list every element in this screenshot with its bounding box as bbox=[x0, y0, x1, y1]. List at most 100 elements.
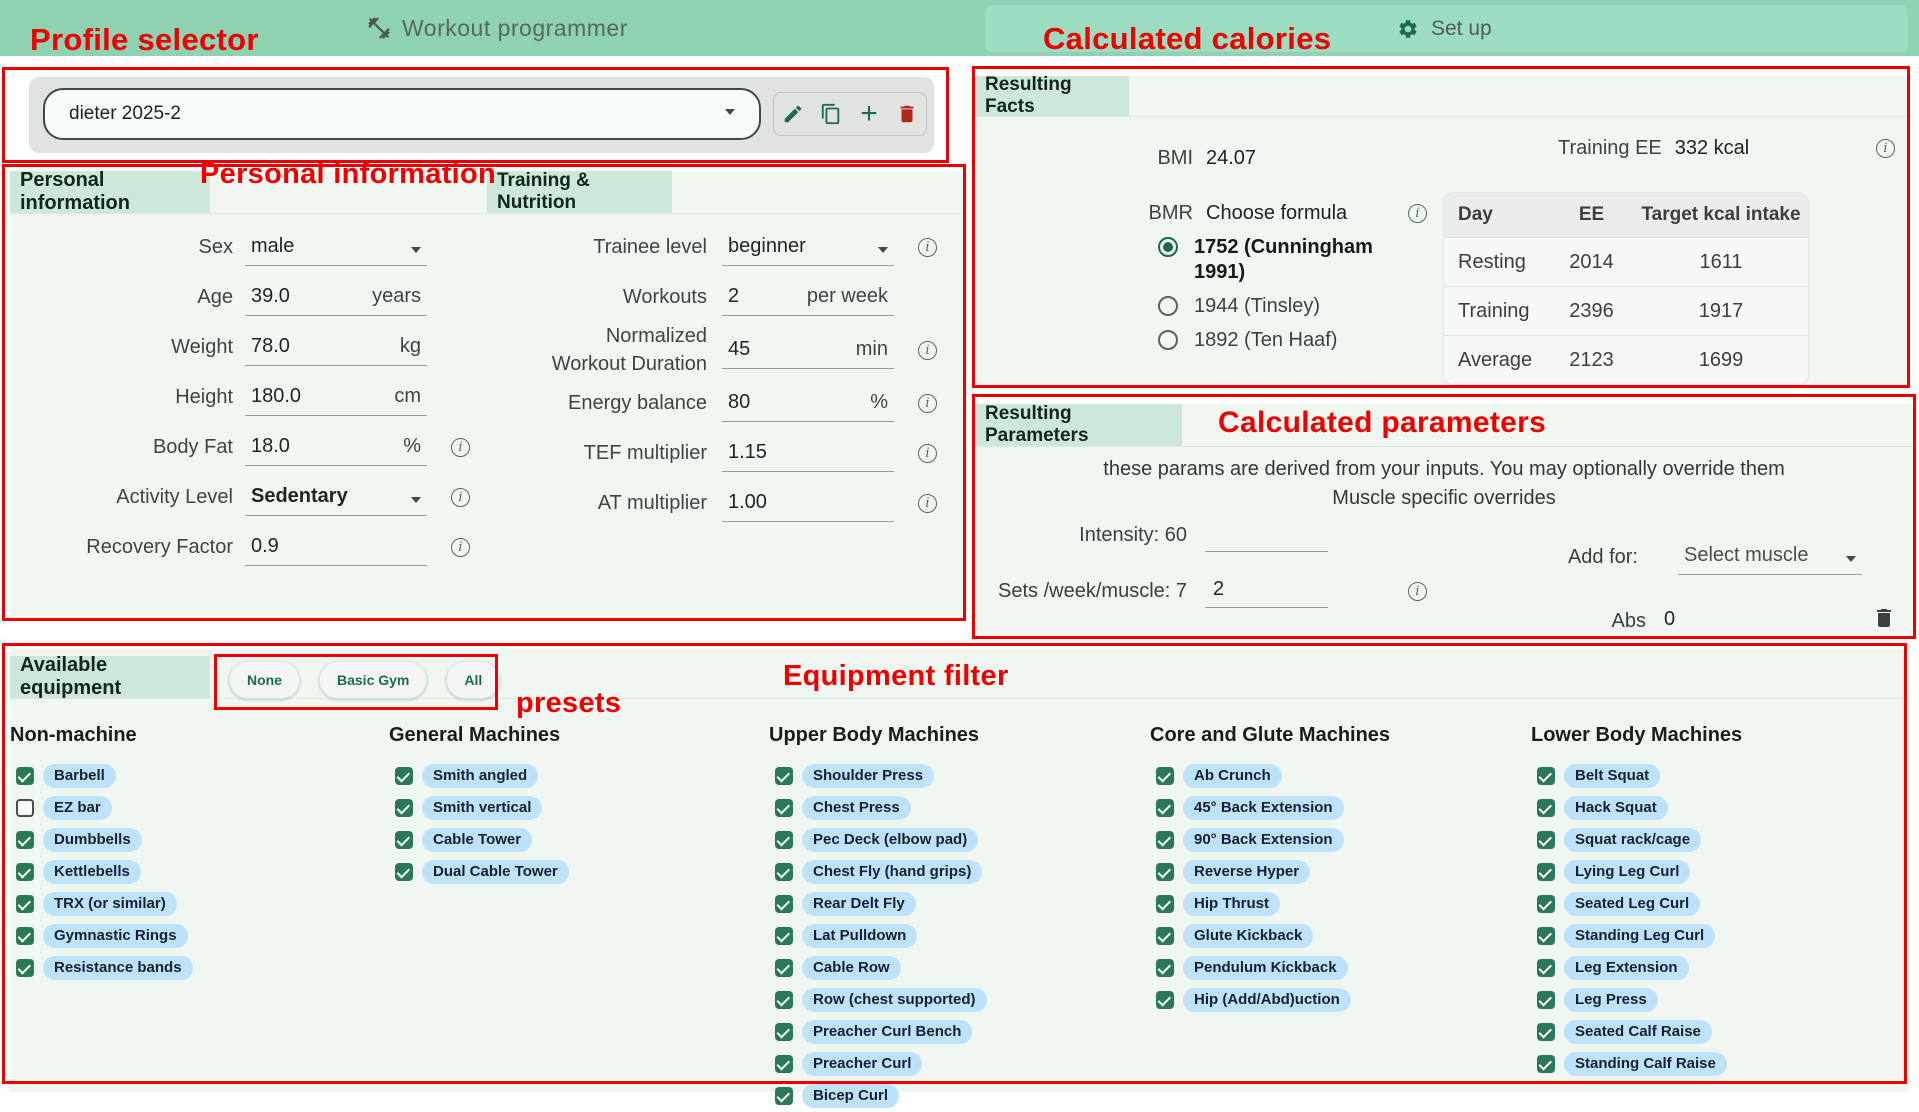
equipment-item-shoulder-press[interactable]: Shoulder Press bbox=[769, 760, 1139, 792]
equipment-item-seated-leg-curl[interactable]: Seated Leg Curl bbox=[1531, 888, 1901, 920]
equipment-item-hip-add-abd-uction[interactable]: Hip (Add/Abd)uction bbox=[1150, 984, 1520, 1016]
radio-option-1944-tinsley[interactable]: 1944 (Tinsley) bbox=[1158, 294, 1426, 319]
info-icon[interactable] bbox=[918, 394, 937, 413]
copy-profile-button[interactable] bbox=[816, 99, 846, 129]
checkbox-checked-icon[interactable] bbox=[775, 1087, 793, 1105]
checkbox-checked-icon[interactable] bbox=[395, 863, 413, 881]
delete-override-button[interactable] bbox=[1872, 606, 1896, 630]
trainee-level-select[interactable]: beginner bbox=[722, 228, 894, 266]
checkbox-checked-icon[interactable] bbox=[1537, 1023, 1555, 1041]
info-icon[interactable] bbox=[918, 494, 937, 513]
tef-multiplier-input[interactable]: 1.15 bbox=[722, 434, 894, 472]
equipment-item-pendulum-kickback[interactable]: Pendulum Kickback bbox=[1150, 952, 1520, 984]
checkbox-checked-icon[interactable] bbox=[395, 767, 413, 785]
preset-all-button[interactable]: All bbox=[446, 661, 500, 699]
checkbox-checked-icon[interactable] bbox=[1537, 991, 1555, 1009]
weight-input[interactable]: 78.0kg bbox=[245, 328, 427, 366]
checkbox-checked-icon[interactable] bbox=[1537, 799, 1555, 817]
preset-basic-gym-button[interactable]: Basic Gym bbox=[319, 661, 427, 699]
equipment-item-belt-squat[interactable]: Belt Squat bbox=[1531, 760, 1901, 792]
checkbox-checked-icon[interactable] bbox=[775, 767, 793, 785]
checkbox-checked-icon[interactable] bbox=[1156, 831, 1174, 849]
equipment-item-smith-angled[interactable]: Smith angled bbox=[389, 760, 759, 792]
info-icon[interactable] bbox=[451, 438, 470, 457]
equipment-item-resistance-bands[interactable]: Resistance bands bbox=[10, 952, 380, 984]
equipment-item-chest-press[interactable]: Chest Press bbox=[769, 792, 1139, 824]
equipment-item-squat-rack-cage[interactable]: Squat rack/cage bbox=[1531, 824, 1901, 856]
info-icon[interactable] bbox=[918, 238, 937, 257]
equipment-item-bicep-curl[interactable]: Bicep Curl bbox=[769, 1080, 1139, 1112]
equipment-item-ez-bar[interactable]: EZ bar bbox=[10, 792, 380, 824]
equipment-item-cable-row[interactable]: Cable Row bbox=[769, 952, 1139, 984]
equipment-item-glute-kickback[interactable]: Glute Kickback bbox=[1150, 920, 1520, 952]
equipment-item-reverse-hyper[interactable]: Reverse Hyper bbox=[1150, 856, 1520, 888]
checkbox-checked-icon[interactable] bbox=[775, 863, 793, 881]
equipment-item-dual-cable-tower[interactable]: Dual Cable Tower bbox=[389, 856, 759, 888]
equipment-item-leg-press[interactable]: Leg Press bbox=[1531, 984, 1901, 1016]
profile-select[interactable]: dieter 2025-2 bbox=[43, 88, 761, 140]
checkbox-checked-icon[interactable] bbox=[16, 895, 34, 913]
edit-profile-button[interactable] bbox=[778, 99, 808, 129]
age-input[interactable]: 39.0years bbox=[245, 278, 427, 316]
equipment-item-standing-leg-curl[interactable]: Standing Leg Curl bbox=[1531, 920, 1901, 952]
checkbox-checked-icon[interactable] bbox=[1537, 959, 1555, 977]
checkbox-checked-icon[interactable] bbox=[775, 1055, 793, 1073]
checkbox-checked-icon[interactable] bbox=[395, 799, 413, 817]
checkbox-checked-icon[interactable] bbox=[1156, 991, 1174, 1009]
delete-profile-button[interactable] bbox=[892, 99, 922, 129]
equipment-item-lying-leg-curl[interactable]: Lying Leg Curl bbox=[1531, 856, 1901, 888]
equipment-item-preacher-curl[interactable]: Preacher Curl bbox=[769, 1048, 1139, 1080]
equipment-item-standing-calf-raise[interactable]: Standing Calf Raise bbox=[1531, 1048, 1901, 1080]
radio-option-1752-cunningham-1991[interactable]: 1752 (Cunningham 1991) bbox=[1158, 235, 1426, 285]
add-profile-button[interactable]: + bbox=[854, 99, 884, 129]
equipment-item-chest-fly-hand-grips[interactable]: Chest Fly (hand grips) bbox=[769, 856, 1139, 888]
checkbox-unchecked-icon[interactable] bbox=[16, 799, 34, 817]
checkbox-checked-icon[interactable] bbox=[16, 927, 34, 945]
checkbox-checked-icon[interactable] bbox=[1156, 799, 1174, 817]
info-icon[interactable] bbox=[1408, 582, 1427, 601]
equipment-item-dumbbells[interactable]: Dumbbells bbox=[10, 824, 380, 856]
equipment-item-barbell[interactable]: Barbell bbox=[10, 760, 380, 792]
equipment-item-ab-crunch[interactable]: Ab Crunch bbox=[1150, 760, 1520, 792]
equipment-item-hack-squat[interactable]: Hack Squat bbox=[1531, 792, 1901, 824]
equipment-item-lat-pulldown[interactable]: Lat Pulldown bbox=[769, 920, 1139, 952]
equipment-item-leg-extension[interactable]: Leg Extension bbox=[1531, 952, 1901, 984]
activity-level-select[interactable]: Sedentary bbox=[245, 478, 427, 516]
checkbox-checked-icon[interactable] bbox=[1156, 927, 1174, 945]
checkbox-checked-icon[interactable] bbox=[775, 959, 793, 977]
checkbox-checked-icon[interactable] bbox=[775, 1023, 793, 1041]
info-icon[interactable] bbox=[1876, 139, 1895, 158]
checkbox-checked-icon[interactable] bbox=[1537, 927, 1555, 945]
checkbox-checked-icon[interactable] bbox=[775, 895, 793, 913]
radio-icon[interactable] bbox=[1158, 330, 1178, 350]
radio-selected-icon[interactable] bbox=[1158, 237, 1178, 257]
checkbox-checked-icon[interactable] bbox=[775, 991, 793, 1009]
equipment-item-row-chest-supported[interactable]: Row (chest supported) bbox=[769, 984, 1139, 1016]
radio-icon[interactable] bbox=[1158, 296, 1178, 316]
equipment-item-kettlebells[interactable]: Kettlebells bbox=[10, 856, 380, 888]
equipment-item-rear-delt-fly[interactable]: Rear Delt Fly bbox=[769, 888, 1139, 920]
abs-input[interactable]: 0 bbox=[1658, 603, 1818, 639]
equipment-item-hip-thrust[interactable]: Hip Thrust bbox=[1150, 888, 1520, 920]
checkbox-checked-icon[interactable] bbox=[1537, 863, 1555, 881]
checkbox-checked-icon[interactable] bbox=[1537, 831, 1555, 849]
info-icon[interactable] bbox=[1408, 204, 1427, 223]
checkbox-checked-icon[interactable] bbox=[1537, 767, 1555, 785]
checkbox-checked-icon[interactable] bbox=[775, 799, 793, 817]
equipment-item-smith-vertical[interactable]: Smith vertical bbox=[389, 792, 759, 824]
equipment-item-cable-tower[interactable]: Cable Tower bbox=[389, 824, 759, 856]
info-icon[interactable] bbox=[451, 488, 470, 507]
equipment-item-gymnastic-rings[interactable]: Gymnastic Rings bbox=[10, 920, 380, 952]
intensity-input[interactable] bbox=[1205, 518, 1328, 552]
body-fat-input[interactable]: 18.0% bbox=[245, 428, 427, 466]
sex-select[interactable]: male bbox=[245, 228, 427, 266]
select-muscle-dropdown[interactable]: Select muscle bbox=[1678, 539, 1862, 575]
checkbox-checked-icon[interactable] bbox=[16, 863, 34, 881]
checkbox-checked-icon[interactable] bbox=[775, 927, 793, 945]
equipment-item-seated-calf-raise[interactable]: Seated Calf Raise bbox=[1531, 1016, 1901, 1048]
radio-option-1892-ten-haaf[interactable]: 1892 (Ten Haaf) bbox=[1158, 328, 1426, 353]
checkbox-checked-icon[interactable] bbox=[395, 831, 413, 849]
checkbox-checked-icon[interactable] bbox=[16, 959, 34, 977]
checkbox-checked-icon[interactable] bbox=[1156, 863, 1174, 881]
at-multiplier-input[interactable]: 1.00 bbox=[722, 484, 894, 522]
